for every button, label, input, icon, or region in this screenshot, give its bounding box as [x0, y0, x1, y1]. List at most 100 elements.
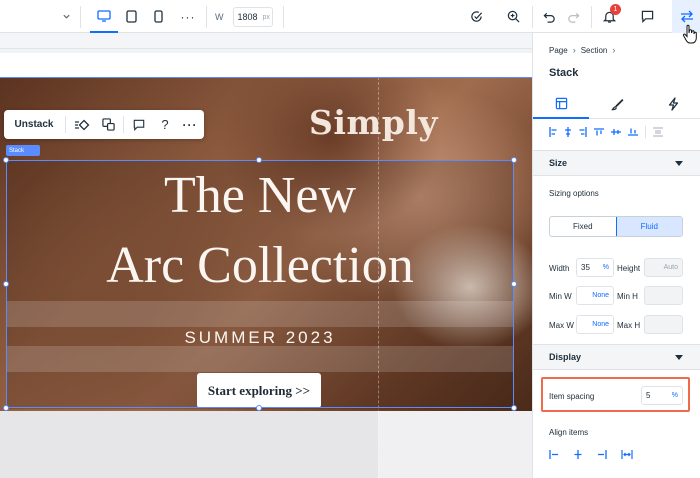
item-spacing-highlight: [541, 377, 690, 412]
tablet-icon: [125, 10, 137, 23]
resize-handle[interactable]: [256, 405, 262, 411]
redo-icon: [567, 12, 579, 23]
redo-button[interactable]: [563, 0, 583, 33]
resize-handle[interactable]: [511, 405, 517, 411]
sizing-fixed-option[interactable]: Fixed: [550, 217, 616, 236]
align-items-center-icon[interactable]: [573, 450, 583, 459]
header-strip: [0, 53, 532, 77]
width-value: 35: [581, 263, 590, 272]
height-label: Height: [617, 264, 641, 273]
align-items-end-icon[interactable]: [597, 450, 607, 459]
align-top-icon[interactable]: [594, 128, 604, 136]
hand-cursor-icon: [682, 24, 698, 49]
toolbar-divider: [532, 6, 533, 28]
canvas-width-input[interactable]: 1808 px: [232, 7, 273, 27]
breadcrumb: Page › Section ›: [549, 45, 620, 55]
undo-button[interactable]: [539, 0, 559, 33]
comments-button[interactable]: [637, 0, 657, 33]
animation-button[interactable]: [70, 110, 94, 139]
below-hero-right-column: [378, 411, 532, 478]
breadcrumb-section[interactable]: Section: [581, 46, 608, 55]
max-h-input[interactable]: [644, 315, 683, 334]
toolbar-divider: [283, 6, 284, 28]
chevron-right-icon: ›: [572, 45, 576, 55]
resize-handle[interactable]: [3, 157, 9, 163]
selection-tag: Stack: [6, 145, 40, 156]
sizing-options-label: Sizing options: [549, 189, 599, 198]
align-items-start-icon[interactable]: [549, 450, 559, 459]
min-h-label: Min H: [617, 292, 638, 301]
display-section-header[interactable]: Display: [533, 344, 700, 370]
toolbar-divider: [591, 6, 592, 28]
selection-tag-label: Stack: [9, 147, 25, 154]
height-input[interactable]: Auto: [644, 258, 683, 277]
tablet-view-button[interactable]: [120, 0, 142, 33]
chevron-down-icon[interactable]: [58, 0, 74, 33]
floating-action-bar: Unstack ? ···: [4, 110, 204, 139]
tab-layout[interactable]: [533, 89, 589, 119]
canvas-width-label: W: [215, 12, 224, 22]
display-section-title: Display: [549, 352, 582, 362]
sizing-fluid-option[interactable]: Fluid: [615, 217, 682, 236]
notification-badge: 1: [610, 4, 621, 15]
layout-grid-icon: [555, 97, 567, 109]
resize-handle[interactable]: [511, 157, 517, 163]
min-w-label: Min W: [549, 292, 572, 301]
help-button[interactable]: ?: [153, 110, 177, 139]
align-bottom-icon[interactable]: [628, 128, 638, 136]
max-w-input[interactable]: None: [576, 315, 614, 334]
canvas-width-unit: px: [262, 13, 270, 21]
align-middle-icon[interactable]: [611, 128, 621, 136]
tab-interactions[interactable]: [645, 89, 700, 119]
width-label: Width: [549, 264, 570, 273]
align-left-icon[interactable]: [549, 127, 557, 137]
align-items-stretch-icon[interactable]: [621, 450, 633, 459]
layout-button[interactable]: [96, 110, 120, 139]
brand-logo-text[interactable]: Simply: [309, 103, 438, 142]
top-toolbar: ··· W 1808 px 1: [0, 0, 700, 33]
width-input[interactable]: 35 %: [576, 258, 614, 277]
toolbar-divider: [80, 6, 81, 28]
zoom-in-icon: [507, 10, 519, 23]
resize-handle[interactable]: [256, 157, 262, 163]
section-outline: [0, 77, 532, 78]
zoom-button[interactable]: [503, 0, 523, 33]
resize-handle[interactable]: [3, 281, 9, 287]
resize-handle[interactable]: [3, 405, 9, 411]
sizing-options-toggle: Fixed Fluid: [549, 216, 683, 237]
chevron-right-icon: ›: [612, 45, 616, 55]
desktop-icon: [97, 9, 111, 22]
align-right-icon[interactable]: [579, 127, 587, 137]
more-breakpoints-button[interactable]: ···: [177, 0, 199, 33]
animation-icon: [75, 119, 90, 130]
tab-design[interactable]: [589, 89, 645, 119]
stack-selection-box[interactable]: [6, 160, 514, 408]
mobile-view-button[interactable]: [148, 0, 168, 33]
comment-button[interactable]: [127, 110, 151, 139]
lightning-icon: [668, 97, 678, 111]
align-center-icon[interactable]: [564, 127, 572, 137]
align-divider: [645, 126, 646, 138]
min-h-input[interactable]: [644, 286, 683, 305]
size-section-title: Size: [549, 158, 568, 168]
collapse-arrow-icon: [675, 161, 683, 166]
max-w-label: Max W: [549, 321, 574, 330]
resize-handle[interactable]: [511, 281, 517, 287]
action-bar-divider: [123, 116, 124, 133]
breadcrumb-page[interactable]: Page: [549, 46, 568, 55]
min-w-input[interactable]: None: [576, 286, 614, 305]
checklist-button[interactable]: [466, 0, 486, 33]
comment-icon: [641, 10, 653, 23]
size-section-header[interactable]: Size: [533, 150, 700, 176]
canvas-width-field[interactable]: W 1808 px: [215, 7, 273, 27]
toolbar-divider: [206, 6, 207, 28]
max-h-label: Max H: [617, 321, 641, 330]
swap-icon: [681, 10, 693, 23]
align-items-label: Align items: [549, 428, 589, 437]
desktop-view-button[interactable]: [90, 0, 118, 33]
more-actions-button[interactable]: ···: [178, 110, 202, 139]
canvas-width-value: 1808: [237, 12, 258, 22]
alignment-toolbar: [549, 124, 663, 140]
unstack-button[interactable]: Unstack: [4, 110, 64, 139]
distribute-icon[interactable]: [653, 127, 663, 137]
